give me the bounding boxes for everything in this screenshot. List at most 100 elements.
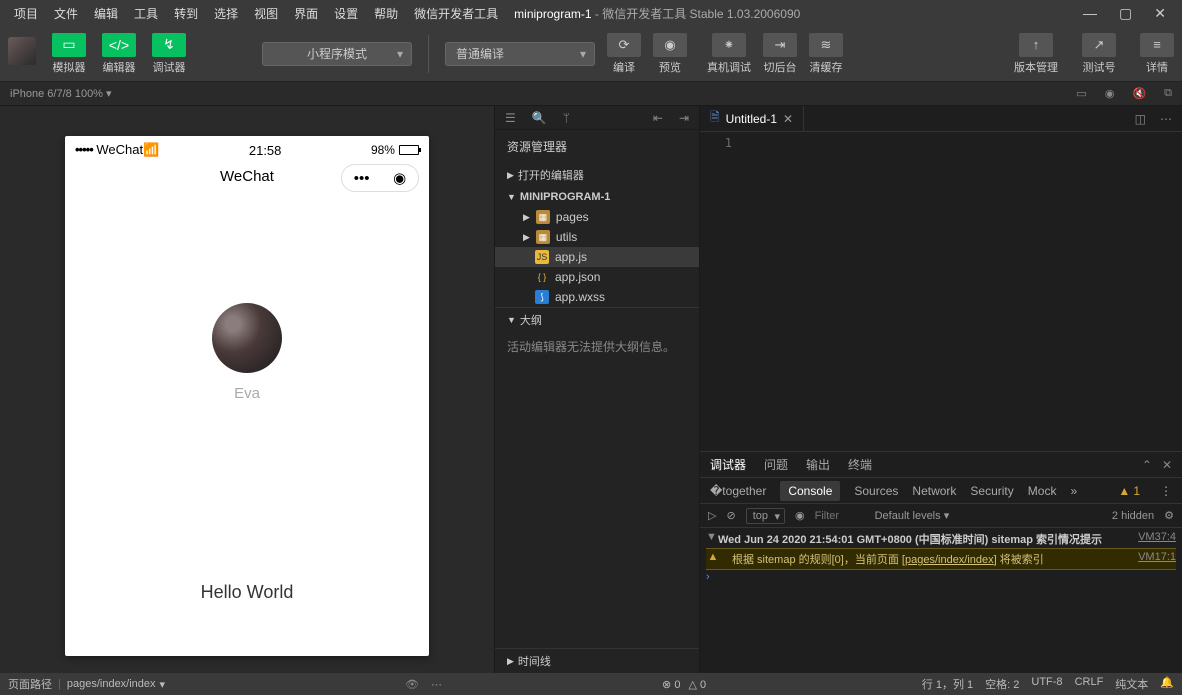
context-select[interactable]: top [746,508,785,524]
warn-icon: ▲ [706,551,720,567]
devtab-more[interactable]: » [1070,484,1077,498]
path-dropdown-icon[interactable]: ▾ [160,678,166,691]
panel-close-icon[interactable]: ✕ [1162,458,1172,472]
capsule-close-icon[interactable]: ◉ [393,169,406,187]
eol[interactable]: CRLF [1075,676,1104,692]
detail-button[interactable]: ≡ [1140,33,1174,57]
menu-ui[interactable]: 界面 [286,5,326,22]
expand-icon[interactable]: ▼ [706,531,718,547]
device-select[interactable]: iPhone 6/7/8 100% ▾ [10,87,112,100]
menu-view[interactable]: 视图 [246,5,286,22]
file-icon: 🗎 [710,108,720,129]
file-app-json[interactable]: { }app.json [495,267,699,287]
menu-edit[interactable]: 编辑 [86,5,126,22]
file-app-js[interactable]: JSapp.js [495,247,699,267]
page-path[interactable]: pages/index/index [67,678,156,690]
devtab-security[interactable]: Security [970,484,1013,498]
editor-button[interactable]: </> [102,33,136,57]
chevron-up-icon[interactable]: ⌃ [1142,458,1152,472]
console-clear-icon[interactable]: ⊘ [726,509,735,522]
encoding[interactable]: UTF-8 [1031,676,1062,692]
devtab-sources[interactable]: Sources [854,484,898,498]
menu-project[interactable]: 项目 [6,5,46,22]
outline-section[interactable]: ▼大纲 [495,307,699,332]
error-count[interactable]: ⊗ 0 [662,678,680,691]
console-play-icon[interactable]: ▷ [708,509,716,522]
compile-select[interactable]: 普通编译 [445,42,595,66]
devtab-mock[interactable]: Mock [1028,484,1057,498]
capsule-menu-icon[interactable]: ••• [354,170,370,187]
minimize-icon[interactable]: ― [1083,5,1097,22]
open-editors-section[interactable]: ▶打开的编辑器 [495,163,699,187]
gear-icon[interactable]: ⚙ [1164,509,1174,522]
user-avatar[interactable] [8,37,36,65]
levels-select[interactable]: Default levels ▾ [875,509,950,522]
profile-avatar[interactable] [212,303,282,373]
tab-output[interactable]: 输出 [806,456,830,473]
simulator-button[interactable]: ▭ [52,33,86,57]
branch-icon[interactable]: ᛘ [563,111,570,125]
tab-problems[interactable]: 问题 [764,456,788,473]
filter-input[interactable] [815,510,865,522]
log-source-1[interactable]: VM37:4 [1130,531,1176,547]
eye-icon-footer[interactable]: 👁 [405,678,419,691]
remote-debug-button[interactable]: ⁕ [712,33,746,57]
console-prompt[interactable]: › [706,571,710,583]
menu-settings[interactable]: 设置 [326,5,366,22]
cursor-pos[interactable]: 行 1，列 1 [922,676,973,692]
devtab-console[interactable]: Console [780,481,840,501]
inspect-icon[interactable]: �together [710,484,766,498]
indent[interactable]: 空格: 2 [985,676,1019,692]
rotate-icon[interactable]: ▭ [1076,87,1086,100]
eye-icon[interactable]: ◉ [795,509,805,522]
close-icon[interactable]: ✕ [1154,5,1166,22]
mute-icon[interactable]: 🔇 [1132,87,1146,100]
tab-terminal[interactable]: 终端 [848,456,872,473]
bell-icon[interactable]: 🔔 [1160,676,1174,692]
mode-select[interactable]: 小程序模式 [262,42,412,66]
preview-button[interactable]: ◉ [653,33,687,57]
maximize-icon[interactable]: ▢ [1119,5,1132,22]
tab-debugger[interactable]: 调试器 [710,456,746,473]
collapse-icon[interactable]: ⇤ [653,111,663,125]
folder-pages[interactable]: ▶▦pages [495,207,699,227]
testno-button[interactable]: ↗ [1082,33,1116,57]
folder-utils[interactable]: ▶▦utils [495,227,699,247]
devtab-network[interactable]: Network [912,484,956,498]
warn-count[interactable]: △ 0 [688,678,706,691]
editor-body[interactable]: 1 [700,132,1182,451]
explorer-pane: ☰ 🔍 ᛘ ⇤ ⇥ 资源管理器 ▶打开的编辑器 ▼MINIPROGRAM-1 ▶… [494,106,700,673]
status-battery: 98% [371,143,419,157]
close-panel-icon[interactable]: ⇥ [679,111,689,125]
menu-goto[interactable]: 转到 [166,5,206,22]
warning-badge[interactable]: ▲ 1 [1118,484,1140,498]
menu-devtools[interactable]: 微信开发者工具 [406,5,506,22]
compile-button[interactable]: ⟳ [607,33,641,57]
debugger-button[interactable]: ↯ [152,33,186,57]
menu-select[interactable]: 选择 [206,5,246,22]
record-icon[interactable]: ◉ [1105,87,1115,100]
menu-file[interactable]: 文件 [46,5,86,22]
split-icon[interactable]: ◫ [1135,112,1146,126]
file-app-wxss[interactable]: ⟆app.wxss [495,287,699,307]
status-bar: 页面路径 | pages/index/index ▾ 👁 ⋯ ⊗ 0 △ 0 行… [0,673,1182,695]
search-icon[interactable]: 🔍 [532,111,547,125]
menu-help[interactable]: 帮助 [366,5,406,22]
tab-close-icon[interactable]: ✕ [783,112,793,126]
log-timestamp: Wed Jun 24 2020 21:54:01 GMT+0800 (中国标准时… [718,531,1102,547]
capsule[interactable]: ••• ◉ [341,164,419,192]
background-button[interactable]: ⇥ [763,33,797,57]
log-source-2[interactable]: VM17:1 [1130,551,1176,567]
more-icon[interactable]: ⋯ [1160,112,1172,126]
more-footer-icon[interactable]: ⋯ [431,678,442,691]
version-button[interactable]: ↑ [1019,33,1053,57]
explorer-menu-icon[interactable]: ☰ [505,111,516,125]
editor-tab[interactable]: 🗎 Untitled-1 ✕ [700,106,804,131]
detach-icon[interactable]: ⧉ [1164,87,1172,100]
clear-cache-button[interactable]: ≋ [809,33,843,57]
language-mode[interactable]: 纯文本 [1115,676,1148,692]
timeline-section[interactable]: ▶时间线 [495,648,699,673]
menu-tools[interactable]: 工具 [126,5,166,22]
project-section[interactable]: ▼MINIPROGRAM-1 [495,187,699,207]
devtools-more-icon[interactable]: ⋮ [1160,484,1172,498]
